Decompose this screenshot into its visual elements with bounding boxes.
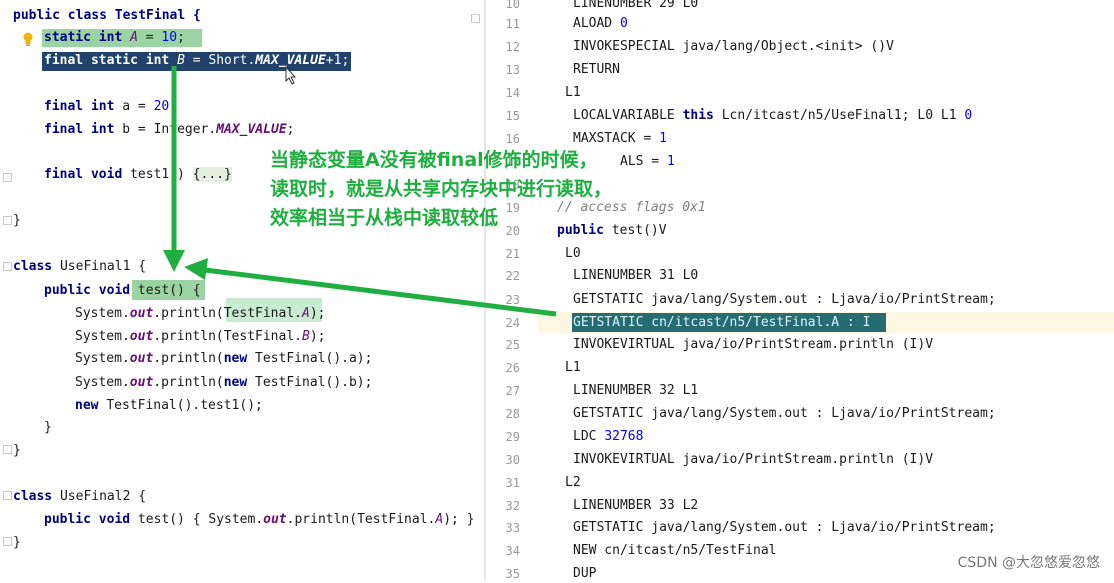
left-arrowhead [184, 258, 208, 280]
mouse-cursor-icon [285, 65, 297, 85]
annotation-text: 当静态变量A没有被final修饰的时候， 读取时，就是从共享内存块中进行读取， 效率… [270, 146, 612, 233]
down-arrowhead [163, 250, 185, 272]
annotation-line: 效率相当于从栈中读取较低 [270, 207, 499, 229]
annotation-line: 当静态变量A没有被final修饰的时候， [270, 149, 598, 171]
watermark: CSDN @大忽悠爱忽悠 [957, 555, 1100, 571]
diagonal-arrow-shaft [204, 267, 557, 317]
annotation-line: 读取时，就是从共享内存块中进行读取， [270, 178, 613, 200]
annotation-arrows [163, 65, 557, 317]
